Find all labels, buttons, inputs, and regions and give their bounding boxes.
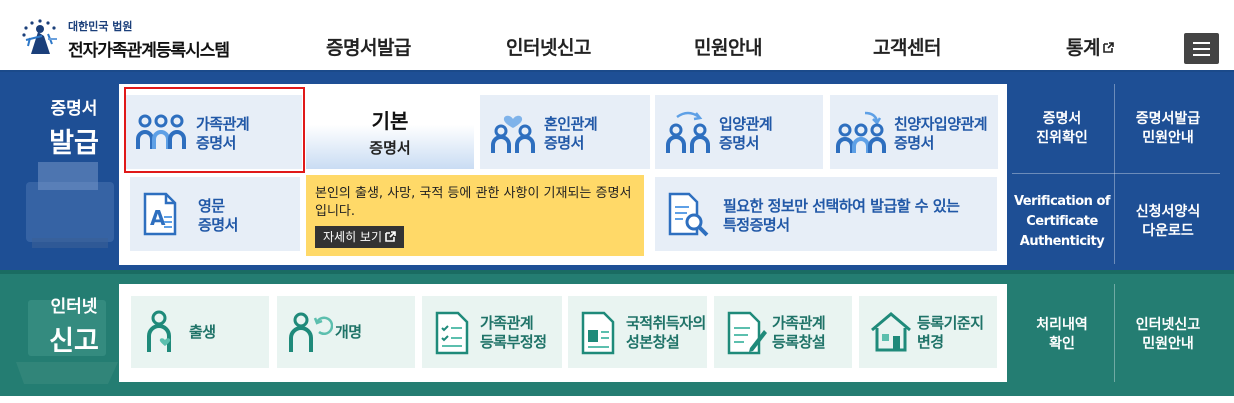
card-naturalized-line2: 성본창설 xyxy=(626,333,680,351)
card-rename-label: 개명 xyxy=(335,323,362,341)
card-marriage-line2: 증명서 xyxy=(544,134,584,152)
nav-internet-report[interactable]: 인터넷신고 xyxy=(506,33,591,60)
rename-icon xyxy=(289,312,333,352)
family-icon xyxy=(136,114,186,149)
card-adoption-line1: 입양관계 xyxy=(719,115,773,133)
card-creation-line1: 가족관계 xyxy=(772,314,826,332)
printer-icon xyxy=(26,162,114,248)
card-english-line1: 영문 xyxy=(198,197,225,215)
card-creation-line2: 등록창설 xyxy=(772,333,826,351)
certificate-section-title: 증명서 발급 xyxy=(32,94,116,160)
nav-civil-guide[interactable]: 민원안내 xyxy=(694,33,762,60)
site-header: 대한민국 법원 전자가족관계등록시스템 증명서발급 인터넷신고 민원안내 고객센… xyxy=(0,0,1234,72)
card-adoption-relation[interactable]: 입양관계 증명서 xyxy=(655,95,823,169)
certificate-title-big: 발급 xyxy=(49,128,99,159)
card-correction-line1: 가족관계 xyxy=(480,314,534,332)
checklist-icon xyxy=(435,311,469,355)
details-link[interactable]: 자세히 보기 xyxy=(315,226,405,248)
card-birth-report[interactable]: 출생 xyxy=(131,296,269,368)
basic-certificate-tab[interactable]: 기본 증명서 xyxy=(306,95,474,169)
side-divider xyxy=(1012,173,1220,174)
card-full-adoption-line2: 증명서 xyxy=(894,134,934,152)
basic-tab-subtitle: 증명서 xyxy=(369,139,411,157)
card-naturalized-line1: 국적취득자의 xyxy=(626,314,706,332)
tooltip-text: 본인의 출생, 사망, 국적 등에 관한 사항이 기재되는 증명서입니다. xyxy=(315,186,632,219)
all-menu-button[interactable] xyxy=(1184,33,1219,64)
link-form-download[interactable]: 신청서양식 다운로드 xyxy=(1116,203,1220,241)
birth-icon xyxy=(147,310,171,352)
full-adoption-icon xyxy=(836,111,886,153)
nav-internet-report-label: 인터넷신고 xyxy=(506,37,591,59)
english-document-icon: A xyxy=(143,192,177,236)
adoption-icon xyxy=(666,111,710,153)
side-divider xyxy=(1114,284,1115,382)
link-process-history[interactable]: 처리내역 확인 xyxy=(1012,316,1112,354)
document-pen-icon xyxy=(727,311,767,355)
nav-customer-center-label: 고객센터 xyxy=(873,37,941,59)
basic-certificate-tooltip: 본인의 출생, 사망, 국적 등에 관한 사항이 기재되는 증명서입니다. 자세… xyxy=(306,175,644,256)
internet-report-title-big: 신고 xyxy=(49,326,99,357)
card-full-adoption-line1: 친양자입양관계 xyxy=(894,115,988,133)
card-base-address-change[interactable]: 등록기준지 변경 xyxy=(859,296,997,368)
card-naturalized-surname[interactable]: 국적취득자의 성본창설 xyxy=(568,296,707,368)
nav-statistics[interactable]: 통계 xyxy=(1066,33,1114,60)
card-registry-correction[interactable]: 가족관계 등록부정정 xyxy=(422,296,562,368)
card-specific-certificate[interactable]: 필요한 정보만 선택하여 발급할 수 있는 특정증명서 xyxy=(655,177,997,251)
card-birth-label: 출생 xyxy=(189,323,216,341)
card-base-line2: 변경 xyxy=(917,333,944,351)
couple-heart-icon xyxy=(491,115,535,153)
card-registry-creation[interactable]: 가족관계 등록창설 xyxy=(714,296,852,368)
card-full-adoption-relation[interactable]: 친양자입양관계 증명서 xyxy=(830,95,998,169)
card-base-line1: 등록기준지 xyxy=(917,314,984,332)
external-link-icon xyxy=(1103,42,1114,53)
svg-text:A: A xyxy=(150,206,166,230)
nav-civil-guide-label: 민원안내 xyxy=(694,37,762,59)
card-family-line2: 증명서 xyxy=(196,134,236,152)
logo-org-name: 대한민국 법원 xyxy=(68,20,133,33)
link-certificate-civil-guide[interactable]: 증명서발급 민원안내 xyxy=(1116,110,1220,148)
nav-customer-center[interactable]: 고객센터 xyxy=(873,33,941,60)
link-internet-report-guide[interactable]: 인터넷신고 민원안내 xyxy=(1116,316,1220,354)
link-verification-english[interactable]: Verification of Certificate Authenticity xyxy=(1008,192,1116,252)
card-specific-line1: 필요한 정보만 선택하여 발급할 수 있는 xyxy=(723,197,960,215)
card-english-line2: 증명서 xyxy=(198,216,238,234)
search-document-icon xyxy=(668,192,709,237)
internet-report-section-title: 인터넷 신고 xyxy=(32,292,116,358)
logo-system-name: 전자가족관계등록시스템 xyxy=(68,41,230,61)
link-certificate-verification[interactable]: 증명서 진위확인 xyxy=(1012,110,1112,148)
court-emblem-icon xyxy=(22,19,57,54)
nav-certificate-label: 증명서발급 xyxy=(326,37,411,59)
nav-certificate[interactable]: 증명서발급 xyxy=(326,33,411,60)
card-family-line1: 가족관계 xyxy=(196,115,250,133)
nav-statistics-label: 통계 xyxy=(1066,37,1100,59)
internet-report-title-small: 인터넷 xyxy=(50,297,98,317)
house-icon xyxy=(871,312,911,352)
id-document-icon xyxy=(581,311,615,355)
card-marriage-line1: 혼인관계 xyxy=(544,115,598,133)
certificate-title-small: 증명서 xyxy=(50,99,98,119)
card-adoption-line2: 증명서 xyxy=(719,134,759,152)
site-logo[interactable]: 대한민국 법원 전자가족관계등록시스템 xyxy=(18,14,238,62)
external-link-icon xyxy=(385,231,396,242)
basic-tab-title: 기본 xyxy=(371,109,409,133)
card-english-certificate[interactable]: A 영문 증명서 xyxy=(130,177,300,251)
card-family-relation[interactable]: 가족관계 증명서 xyxy=(126,95,302,169)
card-correction-line2: 등록부정정 xyxy=(480,333,547,351)
details-link-label: 자세히 보기 xyxy=(323,230,383,244)
card-marriage-relation[interactable]: 혼인관계 증명서 xyxy=(480,95,650,169)
card-specific-line2: 특정증명서 xyxy=(723,216,790,234)
card-rename-report[interactable]: 개명 xyxy=(277,296,415,368)
